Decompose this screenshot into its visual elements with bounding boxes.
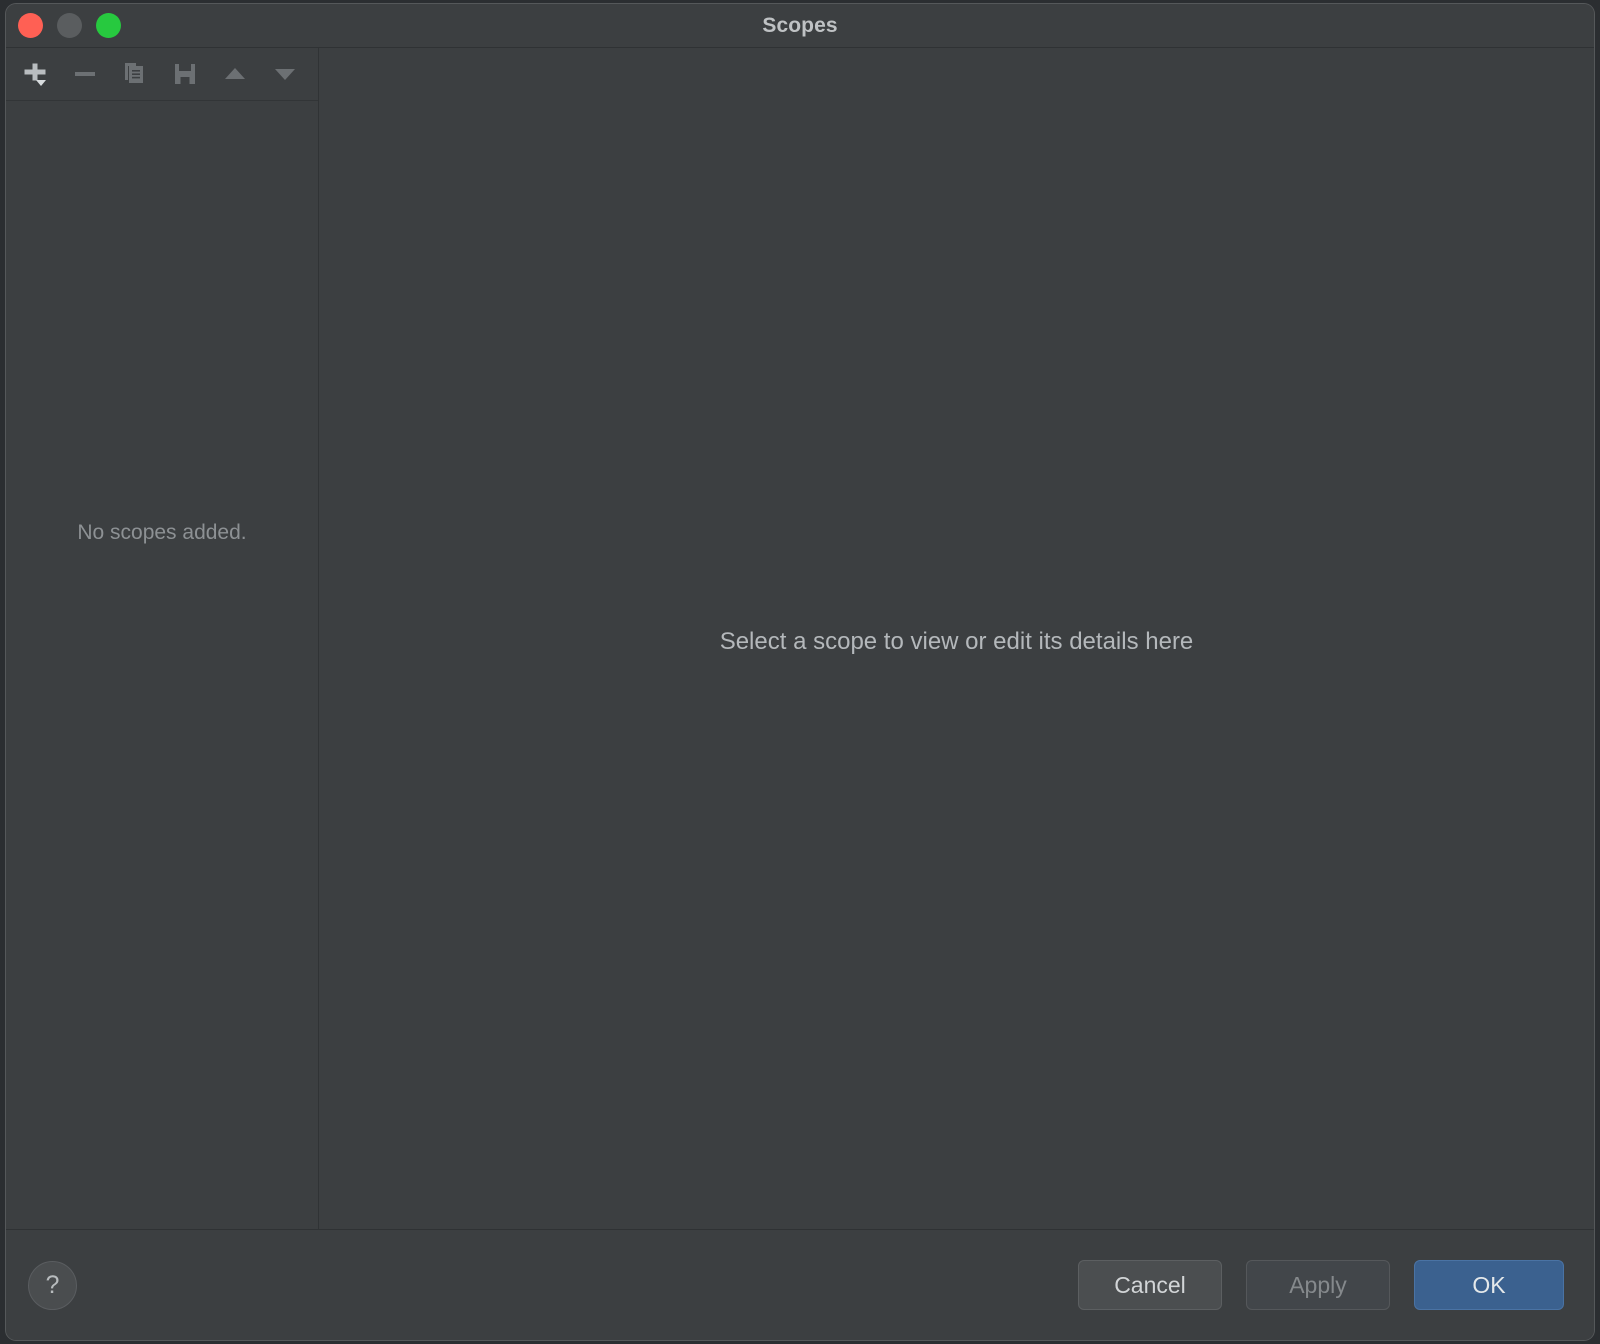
save-scope-button[interactable] — [168, 57, 202, 91]
copy-scope-button[interactable] — [118, 57, 152, 91]
scope-detail-pane: Select a scope to view or edit its detai… — [319, 48, 1594, 1229]
triangle-down-icon — [275, 69, 295, 80]
title-bar: Scopes — [6, 4, 1594, 48]
save-floppy-icon — [175, 64, 195, 84]
copy-icon — [125, 63, 143, 83]
minus-icon — [75, 72, 95, 76]
scopes-dialog-window: Scopes No scopes added. Select a scope t… — [6, 4, 1594, 1340]
ok-button[interactable]: OK — [1414, 1260, 1564, 1310]
move-up-button[interactable] — [218, 57, 252, 91]
dialog-body: No scopes added. Select a scope to view … — [6, 48, 1594, 1230]
apply-button[interactable]: Apply — [1246, 1260, 1390, 1310]
window-title: Scopes — [762, 13, 838, 37]
empty-scopes-message: No scopes added. — [77, 521, 247, 544]
add-scope-button[interactable] — [18, 57, 52, 91]
dialog-button-row: Cancel Apply OK — [1078, 1260, 1564, 1310]
remove-scope-button[interactable] — [68, 57, 102, 91]
help-button[interactable]: ? — [28, 1260, 77, 1310]
close-window-icon[interactable] — [18, 13, 43, 38]
move-down-button[interactable] — [268, 57, 302, 91]
scopes-list[interactable]: No scopes added. — [6, 101, 318, 1229]
maximize-window-icon[interactable] — [96, 13, 121, 38]
cancel-button[interactable]: Cancel — [1078, 1260, 1222, 1310]
triangle-up-icon — [225, 68, 245, 79]
scopes-sidebar: No scopes added. — [6, 48, 319, 1229]
dialog-footer: ? Cancel Apply OK — [6, 1230, 1594, 1340]
scope-detail-hint: Select a scope to view or edit its detai… — [719, 628, 1194, 655]
traffic-lights — [18, 4, 121, 47]
plus-dropdown-icon — [24, 63, 46, 86]
minimize-window-icon[interactable] — [57, 13, 82, 38]
scopes-toolbar — [6, 48, 318, 101]
